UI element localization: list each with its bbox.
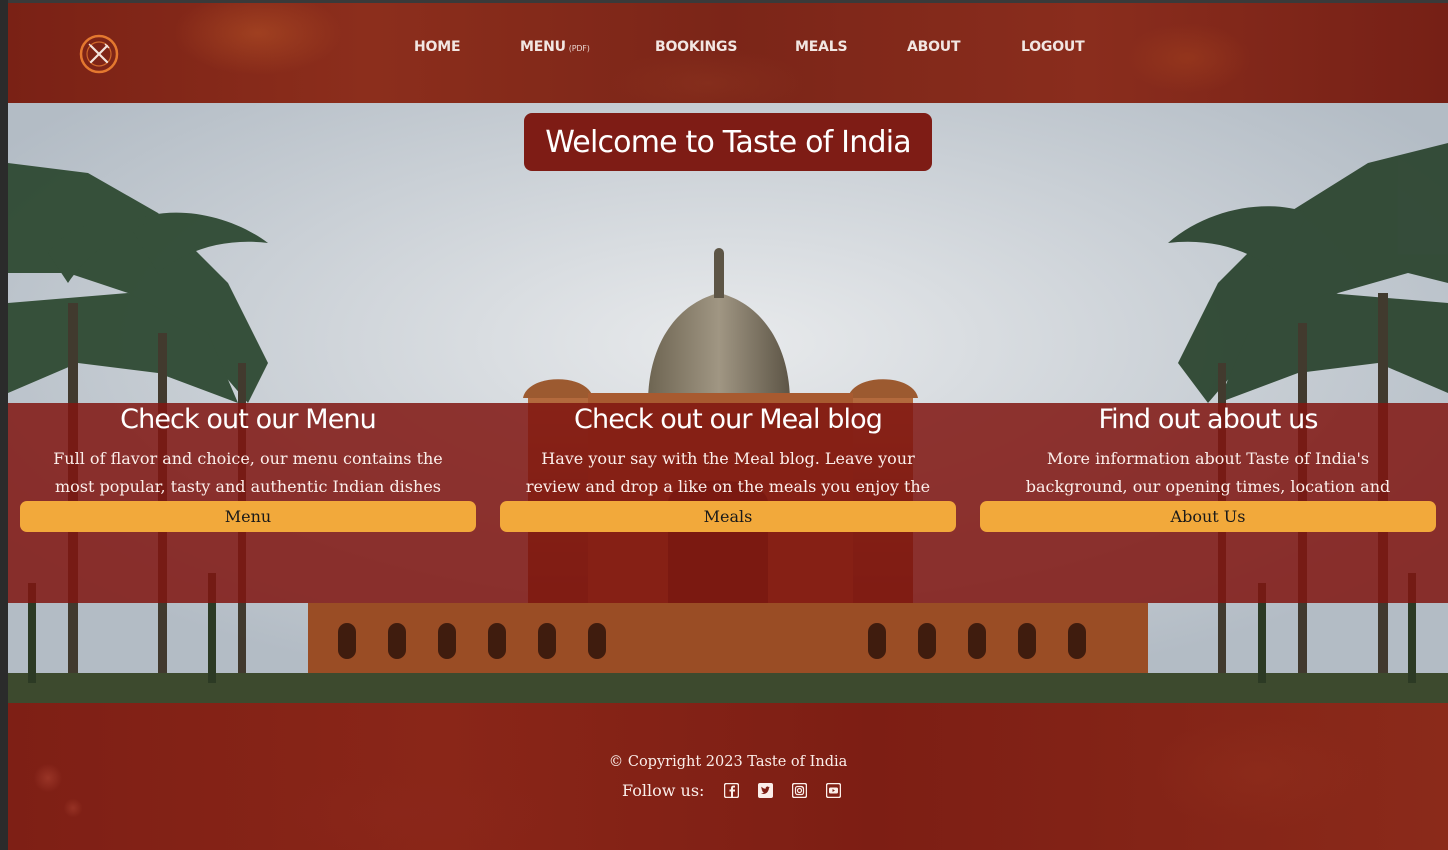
page: HOME MENU (PDF) BOOKINGS MEALS ABOUT LOGO… [8, 0, 1448, 850]
social-links [724, 782, 842, 798]
follow-us-row: Follow us: [622, 780, 842, 800]
nav-home-label: HOME [414, 39, 461, 55]
meal-blog-card-title: Check out our Meal blog [574, 404, 883, 435]
nav-about-link[interactable]: ABOUT [907, 39, 961, 55]
meal-blog-card: Check out our Meal blog Have your say wi… [500, 403, 956, 603]
meals-button[interactable]: Meals [500, 501, 956, 532]
about-card-title: Find out about us [1098, 404, 1318, 435]
nav-bookings-link[interactable]: BOOKINGS [655, 39, 737, 55]
nav-logout-label: LOGOUT [1021, 39, 1085, 55]
nav-meals-link[interactable]: MEALS [795, 39, 848, 55]
welcome-title: Welcome to Taste of India [524, 113, 932, 171]
menu-card-text: Full of flavor and choice, our menu cont… [53, 449, 443, 496]
follow-us-label: Follow us: [622, 780, 705, 800]
facebook-icon[interactable] [724, 782, 740, 798]
twitter-icon[interactable] [758, 782, 774, 798]
nav-menu-link[interactable]: MENU (PDF) [520, 39, 590, 55]
feature-cards: Check out our Menu Full of flavor and ch… [8, 403, 1448, 603]
footer: © Copyright 2023 Taste of India Follow u… [8, 703, 1448, 850]
about-card: Find out about us More information about… [980, 403, 1436, 603]
menu-card: Check out our Menu Full of flavor and ch… [20, 403, 476, 603]
hero-section: Welcome to Taste of India Check out our … [8, 103, 1448, 703]
nav-menu-pdf-note: (PDF) [568, 44, 590, 53]
navbar: HOME MENU (PDF) BOOKINGS MEALS ABOUT LOGO… [8, 0, 1448, 103]
nav-bookings-label: BOOKINGS [655, 39, 738, 55]
about-us-button[interactable]: About Us [980, 501, 1436, 532]
nav-meals-label: MEALS [795, 39, 848, 55]
nav-home-link[interactable]: HOME [414, 39, 461, 55]
nav-logout-link[interactable]: LOGOUT [1021, 39, 1085, 55]
instagram-icon[interactable] [792, 782, 808, 798]
nav-about-label: ABOUT [907, 39, 961, 55]
nav-links: HOME MENU (PDF) BOOKINGS MEALS ABOUT LOGO… [8, 39, 1448, 59]
menu-card-title: Check out our Menu [120, 404, 377, 435]
copyright-text: © Copyright 2023 Taste of India [608, 754, 848, 770]
menu-button[interactable]: Menu [20, 501, 476, 532]
youtube-icon[interactable] [826, 782, 842, 798]
nav-menu-label: MENU [520, 39, 566, 55]
